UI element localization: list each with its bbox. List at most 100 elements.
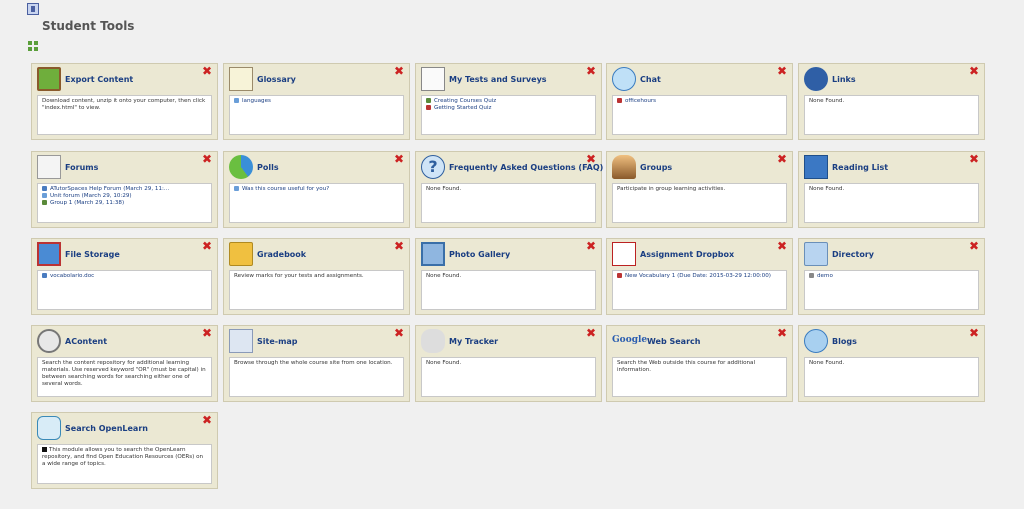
tool-item-link[interactable]: Group 1 (March 29, 11:38) (42, 200, 207, 207)
tool-description: This module allows you to search the Ope… (42, 447, 204, 467)
bullet-square-icon (42, 447, 47, 452)
tool-title-link[interactable]: My Tests and Surveys (449, 75, 547, 84)
groups-icon[interactable] (612, 155, 636, 179)
tool-title-link[interactable]: Export Content (65, 75, 133, 84)
remove-tool-button[interactable]: ✖ (586, 327, 596, 339)
remove-tool-button[interactable]: ✖ (777, 153, 787, 165)
remove-tool-button[interactable]: ✖ (777, 327, 787, 339)
remove-tool-button[interactable]: ✖ (202, 240, 212, 252)
remove-tool-button[interactable]: ✖ (586, 240, 596, 252)
tool-title-link[interactable]: Gradebook (257, 250, 306, 259)
tool-title-link[interactable]: Assignment Dropbox (640, 250, 734, 259)
tool-title-link[interactable]: My Tracker (449, 337, 498, 346)
item-icon (809, 273, 814, 278)
reading-list-icon[interactable] (804, 155, 828, 179)
tool-item-link[interactable]: Unit forum (March 29, 10:29) (42, 193, 207, 200)
tool-title-link[interactable]: File Storage (65, 250, 120, 259)
tool-item-link[interactable]: Getting Started Quiz (426, 105, 591, 112)
directory-icon[interactable] (804, 242, 828, 266)
remove-tool-button[interactable]: ✖ (586, 153, 596, 165)
tool-item-link[interactable]: languages (234, 98, 399, 105)
tool-title-link[interactable]: Reading List (832, 163, 888, 172)
chat-icon[interactable] (612, 67, 636, 91)
tool-title-link[interactable]: Blogs (832, 337, 857, 346)
openlearn-icon[interactable] (37, 416, 61, 440)
tool-item-link[interactable]: Creating Courses Quiz (426, 98, 591, 105)
remove-tool-button[interactable]: ✖ (969, 153, 979, 165)
item-label: demo (817, 273, 833, 279)
tool-content: Was this course useful for you? (229, 183, 404, 223)
glossary-icon[interactable] (229, 67, 253, 91)
tool-item-link[interactable]: demo (809, 273, 974, 280)
item-label: languages (242, 98, 271, 104)
remove-tool-button[interactable]: ✖ (202, 327, 212, 339)
tool-description: Browse through the whole course site fro… (234, 360, 393, 366)
remove-tool-button[interactable]: ✖ (394, 240, 404, 252)
tool-content: Download content, unzip it onto your com… (37, 95, 212, 135)
forums-icon[interactable] (37, 155, 61, 179)
tool-item-link[interactable]: officehours (617, 98, 782, 105)
magnifier-icon[interactable] (37, 329, 61, 353)
tool-title-link[interactable]: Frequently Asked Questions (FAQ) (449, 163, 603, 172)
faq-icon[interactable]: ? (421, 155, 445, 179)
tool-box: Google Web Search ✖ Search the Web outside … (606, 325, 793, 402)
remove-tool-button[interactable]: ✖ (202, 414, 212, 426)
tool-title-link[interactable]: Links (832, 75, 856, 84)
tool-box: Site-map ✖ Browse through the whole course… (223, 325, 410, 402)
remove-tool-button[interactable]: ✖ (777, 65, 787, 77)
tool-title-link[interactable]: Search OpenLearn (65, 424, 148, 433)
polls-icon[interactable] (229, 155, 253, 179)
tool-item-link[interactable]: Was this course useful for you? (234, 186, 399, 193)
file-storage-icon[interactable] (37, 242, 61, 266)
tool-content: This module allows you to search the Ope… (37, 444, 212, 484)
tool-title-link[interactable]: Chat (640, 75, 661, 84)
item-icon (42, 200, 47, 205)
export-icon[interactable] (37, 67, 61, 91)
tool-content: None Found. (421, 183, 596, 223)
tool-title-link[interactable]: Groups (640, 163, 672, 172)
tool-item-link[interactable]: New Vocabulary 1 (Due Date: 2015-03-29 1… (617, 273, 782, 280)
photo-gallery-icon[interactable] (421, 242, 445, 266)
tool-content: Browse through the whole course site fro… (229, 357, 404, 397)
gradebook-icon[interactable] (229, 242, 253, 266)
tool-title-link[interactable]: Directory (832, 250, 874, 259)
remove-tool-button[interactable]: ✖ (777, 240, 787, 252)
remove-tool-button[interactable]: ✖ (394, 327, 404, 339)
blogs-icon[interactable] (804, 329, 828, 353)
remove-tool-button[interactable]: ✖ (969, 327, 979, 339)
tool-title-link[interactable]: Web Search (647, 337, 700, 346)
tool-box: Assignment Dropbox ✖ New Vocabulary 1 (Due… (606, 238, 793, 315)
dropbox-icon[interactable] (612, 242, 636, 266)
tool-content: New Vocabulary 1 (Due Date: 2015-03-29 1… (612, 270, 787, 310)
tool-title-link[interactable]: Photo Gallery (449, 250, 510, 259)
globe-icon[interactable] (804, 67, 828, 91)
tool-title-link[interactable]: Glossary (257, 75, 296, 84)
tool-description: Participate in group learning activities… (617, 186, 726, 192)
remove-tool-button[interactable]: ✖ (202, 65, 212, 77)
tool-description: Download content, unzip it onto your com… (42, 98, 206, 111)
tool-title-link[interactable]: AContent (65, 337, 107, 346)
tool-content: Search the Web outside this course for a… (612, 357, 787, 397)
tool-description: Search the content repository for additi… (42, 360, 206, 387)
sitemap-icon[interactable] (229, 329, 253, 353)
tool-content: Review marks for your tests and assignme… (229, 270, 404, 310)
course-icon[interactable] (27, 3, 39, 15)
tool-title-link[interactable]: Site-map (257, 337, 298, 346)
google-icon[interactable]: Google (612, 335, 647, 359)
tests-icon[interactable] (421, 67, 445, 91)
footprints-icon[interactable] (421, 329, 445, 353)
tool-description: None Found. (426, 360, 462, 366)
remove-tool-button[interactable]: ✖ (969, 65, 979, 77)
tool-item-link[interactable]: vocabolario.doc (42, 273, 207, 280)
tool-title-link[interactable]: Polls (257, 163, 279, 172)
remove-tool-button[interactable]: ✖ (202, 153, 212, 165)
grid-layout-icon[interactable] (28, 41, 38, 51)
tool-item-link[interactable]: ATutorSpaces Help Forum (March 29, 11:..… (42, 186, 207, 193)
item-label: Group 1 (March 29, 11:38) (50, 200, 125, 206)
remove-tool-button[interactable]: ✖ (586, 65, 596, 77)
tool-title-link[interactable]: Forums (65, 163, 98, 172)
remove-tool-button[interactable]: ✖ (394, 65, 404, 77)
remove-tool-button[interactable]: ✖ (969, 240, 979, 252)
remove-tool-button[interactable]: ✖ (394, 153, 404, 165)
tool-content: ATutorSpaces Help Forum (March 29, 11:..… (37, 183, 212, 223)
